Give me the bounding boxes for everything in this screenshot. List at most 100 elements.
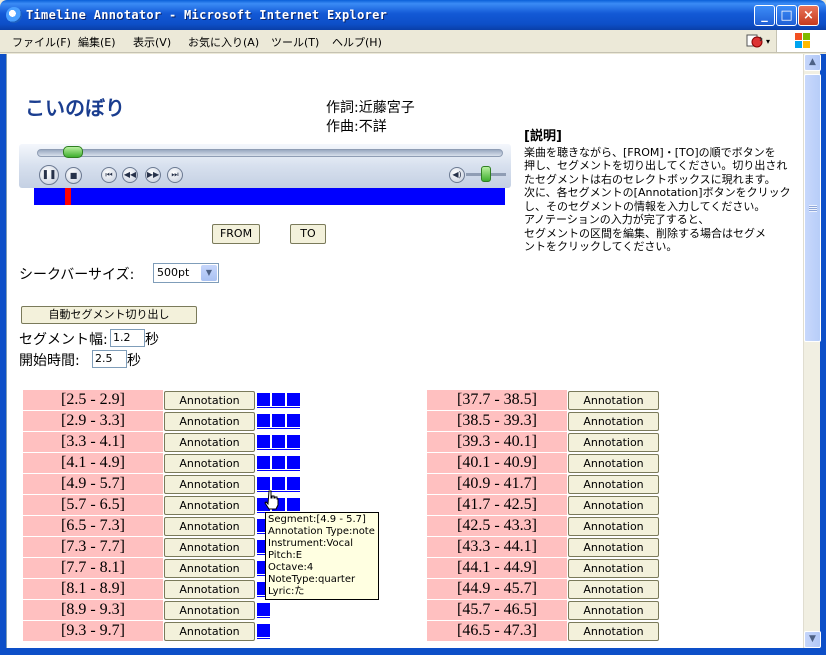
menu-tools[interactable]: ツール(T) bbox=[271, 34, 319, 50]
segment-range[interactable]: [3.3 - 4.1] bbox=[23, 432, 163, 452]
segment-range[interactable]: [40.1 - 40.9] bbox=[427, 453, 567, 473]
segment-range[interactable]: [37.7 - 38.5] bbox=[427, 390, 567, 410]
menu-view[interactable]: 表示(V) bbox=[133, 34, 171, 50]
maximize-button[interactable]: □ bbox=[776, 5, 797, 26]
scroll-down-icon[interactable]: ▼ bbox=[804, 631, 821, 648]
annotation-button[interactable]: Annotation bbox=[568, 433, 659, 452]
annotation-button[interactable]: Annotation bbox=[164, 391, 255, 410]
volume-knob[interactable] bbox=[481, 166, 491, 182]
annotation-marker[interactable] bbox=[287, 477, 300, 490]
annotation-button[interactable]: Annotation bbox=[568, 559, 659, 578]
annotation-marker[interactable] bbox=[272, 477, 285, 490]
menu-file[interactable]: ファイル(F) bbox=[12, 34, 71, 50]
segment-range[interactable]: [2.5 - 2.9] bbox=[23, 390, 163, 410]
minimize-button[interactable]: _ bbox=[754, 5, 775, 26]
segment-range[interactable]: [7.3 - 7.7] bbox=[23, 537, 163, 557]
translate-icon[interactable] bbox=[746, 33, 764, 49]
annotation-marker[interactable] bbox=[257, 456, 270, 469]
from-button[interactable]: FROM bbox=[212, 224, 260, 244]
annotation-marker[interactable] bbox=[272, 414, 285, 427]
fast-forward-icon[interactable]: ▶▶ bbox=[145, 167, 161, 183]
annotation-button[interactable]: Annotation bbox=[568, 622, 659, 641]
segment-range[interactable]: [41.7 - 42.5] bbox=[427, 495, 567, 515]
start-time-input[interactable]: 2.5 bbox=[92, 350, 127, 368]
auto-segment-button[interactable]: 自動セグメント切り出し bbox=[21, 306, 197, 324]
segment-range[interactable]: [6.5 - 7.3] bbox=[23, 516, 163, 536]
segment-range[interactable]: [44.9 - 45.7] bbox=[427, 579, 567, 599]
annotation-marker[interactable] bbox=[257, 624, 270, 637]
chevron-down-icon[interactable]: ▼ bbox=[201, 265, 217, 281]
annotation-button[interactable]: Annotation bbox=[164, 580, 255, 599]
annotation-marker[interactable] bbox=[257, 435, 270, 448]
segment-width-input[interactable]: 1.2 bbox=[110, 329, 145, 347]
annotation-marker[interactable] bbox=[287, 393, 300, 406]
annotation-button[interactable]: Annotation bbox=[164, 454, 255, 473]
scroll-up-icon[interactable]: ▲ bbox=[804, 54, 821, 71]
segment-range[interactable]: [44.1 - 44.9] bbox=[427, 558, 567, 578]
scroll-thumb[interactable] bbox=[804, 74, 821, 342]
menu-help[interactable]: ヘルプ(H) bbox=[332, 34, 382, 50]
annotation-button[interactable]: Annotation bbox=[164, 622, 255, 641]
annotation-button[interactable]: Annotation bbox=[164, 433, 255, 452]
annotation-button[interactable]: Annotation bbox=[568, 475, 659, 494]
segment-range[interactable]: [46.5 - 47.3] bbox=[427, 621, 567, 641]
playhead-marker[interactable] bbox=[65, 188, 71, 205]
annotation-button[interactable]: Annotation bbox=[164, 601, 255, 620]
stop-icon[interactable]: ■ bbox=[65, 167, 82, 184]
rewind-icon[interactable]: ◀◀ bbox=[122, 167, 138, 183]
menu-edit[interactable]: 編集(E) bbox=[78, 34, 116, 50]
annotation-button[interactable]: Annotation bbox=[164, 538, 255, 557]
annotation-marker[interactable] bbox=[272, 435, 285, 448]
segment-range[interactable]: [39.3 - 40.1] bbox=[427, 432, 567, 452]
annotation-button[interactable]: Annotation bbox=[568, 517, 659, 536]
player-seek-knob[interactable] bbox=[63, 146, 83, 158]
volume-icon[interactable]: ◀) bbox=[449, 167, 465, 183]
annotation-button[interactable]: Annotation bbox=[568, 601, 659, 620]
annotation-marker[interactable] bbox=[257, 603, 270, 616]
player-seek-bar[interactable] bbox=[37, 149, 503, 157]
segment-range[interactable]: [2.9 - 3.3] bbox=[23, 411, 163, 431]
annotation-button[interactable]: Annotation bbox=[164, 412, 255, 431]
annotation-button[interactable]: Annotation bbox=[568, 454, 659, 473]
annotation-marker[interactable] bbox=[272, 456, 285, 469]
annotation-button[interactable]: Annotation bbox=[164, 475, 255, 494]
segment-range[interactable]: [8.9 - 9.3] bbox=[23, 600, 163, 620]
to-button[interactable]: TO bbox=[290, 224, 326, 244]
annotation-button[interactable]: Annotation bbox=[568, 496, 659, 515]
segment-range[interactable]: [38.5 - 39.3] bbox=[427, 411, 567, 431]
annotation-button[interactable]: Annotation bbox=[164, 559, 255, 578]
annotation-button[interactable]: Annotation bbox=[568, 580, 659, 599]
annotation-marker[interactable] bbox=[287, 456, 300, 469]
next-icon[interactable]: ⏭ bbox=[167, 167, 183, 183]
segment-range[interactable]: [45.7 - 46.5] bbox=[427, 600, 567, 620]
vertical-scrollbar[interactable]: ▲ ▼ bbox=[803, 54, 821, 648]
annotation-marker[interactable] bbox=[257, 414, 270, 427]
timeline-bar[interactable] bbox=[34, 188, 505, 205]
annotation-marker[interactable] bbox=[272, 393, 285, 406]
segment-range[interactable]: [4.1 - 4.9] bbox=[23, 453, 163, 473]
annotation-marker[interactable] bbox=[287, 414, 300, 427]
segment-range[interactable]: [7.7 - 8.1] bbox=[23, 558, 163, 578]
close-button[interactable]: × bbox=[798, 5, 819, 26]
annotation-marker[interactable] bbox=[287, 435, 300, 448]
menu-favorites[interactable]: お気に入り(A) bbox=[188, 34, 259, 50]
annotation-button[interactable]: Annotation bbox=[164, 517, 255, 536]
segment-range[interactable]: [8.1 - 8.9] bbox=[23, 579, 163, 599]
annotation-button[interactable]: Annotation bbox=[164, 496, 255, 515]
segment-range[interactable]: [9.3 - 9.7] bbox=[23, 621, 163, 641]
annotation-button[interactable]: Annotation bbox=[568, 391, 659, 410]
segment-range[interactable]: [4.9 - 5.7] bbox=[23, 474, 163, 494]
previous-icon[interactable]: ⏮ bbox=[101, 167, 117, 183]
segment-range[interactable]: [5.7 - 6.5] bbox=[23, 495, 163, 515]
seekbar-size-select[interactable]: 500pt ▼ bbox=[153, 263, 219, 283]
pause-icon[interactable]: ❚❚ bbox=[39, 165, 59, 185]
annotation-marker[interactable] bbox=[287, 498, 300, 511]
annotation-button[interactable]: Annotation bbox=[568, 412, 659, 431]
annotation-marker[interactable] bbox=[257, 393, 270, 406]
segment-range[interactable]: [40.9 - 41.7] bbox=[427, 474, 567, 494]
annotation-button[interactable]: Annotation bbox=[568, 538, 659, 557]
segment-range[interactable]: [42.5 - 43.3] bbox=[427, 516, 567, 536]
chevron-down-icon[interactable]: ▾ bbox=[766, 37, 770, 46]
segment-range[interactable]: [43.3 - 44.1] bbox=[427, 537, 567, 557]
annotation-marker[interactable] bbox=[257, 477, 270, 490]
